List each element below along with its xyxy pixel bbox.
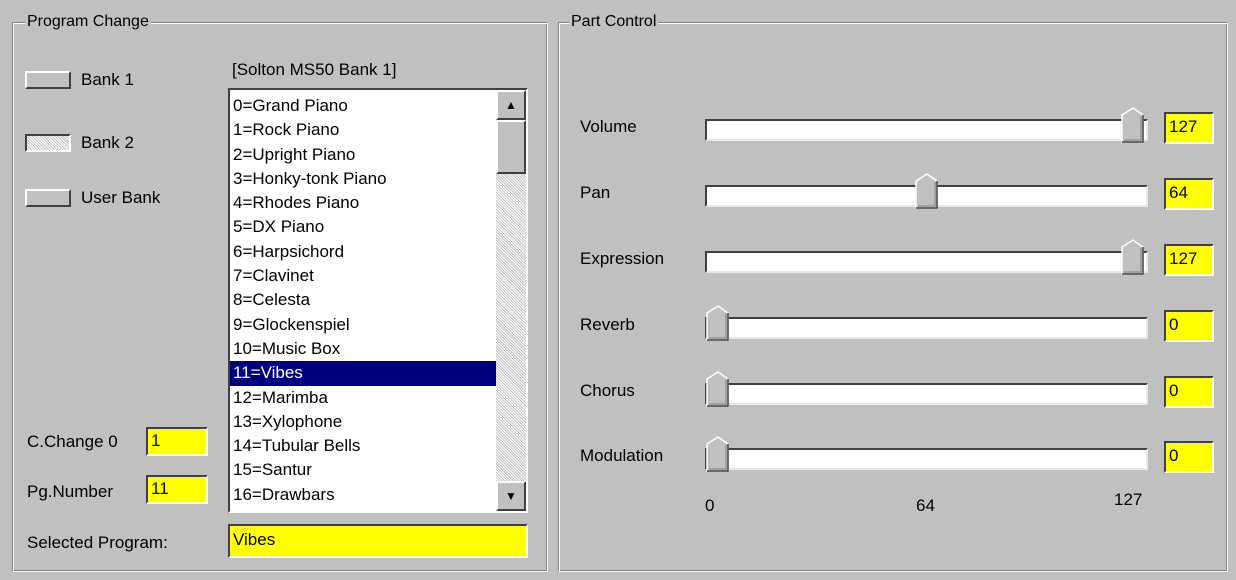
pan-label: Pan <box>580 183 611 202</box>
pan-slider[interactable] <box>705 173 1148 209</box>
part-control-title: Part Control <box>569 12 659 32</box>
program-list-item[interactable]: 16=Drawbars <box>230 483 496 507</box>
program-list-item[interactable]: 1=Rock Piano <box>230 118 496 142</box>
program-list-item[interactable]: 3=Honky-tonk Piano <box>230 167 496 191</box>
chorus-value-field[interactable]: 0 <box>1164 376 1214 408</box>
pan-value-field[interactable]: 64 <box>1164 178 1214 210</box>
program-list-item[interactable]: 15=Santur <box>230 458 496 482</box>
program-list-items: 0=Grand Piano 1=Rock Piano 2=Upright Piano… <box>230 94 496 507</box>
program-change-title: Program Change <box>25 12 151 32</box>
chorus-slider-thumb[interactable] <box>706 371 730 407</box>
program-list-item[interactable]: 5=DX Piano <box>230 215 496 239</box>
program-list-item[interactable]: 14=Tubular Bells <box>230 434 496 458</box>
modulation-value-field[interactable]: 0 <box>1164 441 1214 473</box>
expression-slider[interactable] <box>705 239 1148 275</box>
cchange-field[interactable]: 1 <box>146 427 208 456</box>
program-list-item[interactable]: 11=Vibes <box>230 361 496 386</box>
reverb-slider-thumb[interactable] <box>706 305 730 341</box>
program-list-scrollbar[interactable]: ▲ ▼ <box>496 90 526 511</box>
program-list-item[interactable]: 2=Upright Piano <box>230 143 496 167</box>
scale-min-label: 0 <box>705 496 715 515</box>
program-list-item[interactable]: 13=Xylophone <box>230 410 496 434</box>
program-list-item[interactable]: 6=Harpsichord <box>230 240 496 264</box>
bank-1-label: Bank 1 <box>81 70 134 89</box>
user-bank-button[interactable] <box>25 189 71 207</box>
scroll-thumb[interactable] <box>496 120 526 174</box>
bank-1-option[interactable]: Bank 1 <box>25 70 134 90</box>
chorus-slider[interactable] <box>705 371 1148 407</box>
scroll-down-button[interactable]: ▼ <box>496 481 526 511</box>
expression-slider-thumb[interactable] <box>1121 239 1145 275</box>
reverb-value-field[interactable]: 0 <box>1164 310 1214 342</box>
program-list-item[interactable]: 4=Rhodes Piano <box>230 191 496 215</box>
pgnumber-label: Pg.Number <box>27 482 113 501</box>
program-list-item[interactable]: 7=Clavinet <box>230 264 496 288</box>
arrow-down-icon: ▼ <box>505 489 517 503</box>
user-bank-label: User Bank <box>81 188 161 207</box>
program-list-item[interactable]: 10=Music Box <box>230 337 496 361</box>
volume-value-field[interactable]: 127 <box>1164 112 1214 144</box>
selected-program-label: Selected Program: <box>27 533 168 552</box>
scroll-up-button[interactable]: ▲ <box>496 90 526 120</box>
volume-label: Volume <box>580 117 637 136</box>
reverb-label: Reverb <box>580 315 635 334</box>
pgnumber-field[interactable]: 11 <box>146 475 208 504</box>
scale-mid-label: 64 <box>916 496 935 515</box>
modulation-slider-thumb[interactable] <box>706 436 730 472</box>
modulation-label: Modulation <box>580 446 664 465</box>
bank-2-option[interactable]: Bank 2 <box>25 133 134 153</box>
scale-max-label: 127 <box>1114 490 1143 509</box>
chorus-label: Chorus <box>580 381 635 400</box>
user-bank-option[interactable]: User Bank <box>25 188 160 208</box>
program-list-item[interactable]: 9=Glockenspiel <box>230 313 496 337</box>
cchange-label: C.Change 0 <box>27 432 118 451</box>
expression-value-field[interactable]: 127 <box>1164 244 1214 276</box>
program-list-item[interactable]: 12=Marimba <box>230 386 496 410</box>
reverb-slider[interactable] <box>705 305 1148 341</box>
selected-program-field[interactable]: Vibes <box>228 524 528 558</box>
program-list-item[interactable]: 0=Grand Piano <box>230 94 496 118</box>
volume-slider-thumb[interactable] <box>1121 107 1145 143</box>
bank-name-label: [Solton MS50 Bank 1] <box>232 60 397 79</box>
expression-label: Expression <box>580 249 665 268</box>
pan-slider-thumb[interactable] <box>915 173 939 209</box>
bank-1-button[interactable] <box>25 71 71 89</box>
volume-slider[interactable] <box>705 107 1148 143</box>
bank-2-label: Bank 2 <box>81 133 134 152</box>
arrow-up-icon: ▲ <box>505 98 517 112</box>
program-list[interactable]: 0=Grand Piano 1=Rock Piano 2=Upright Piano… <box>228 88 528 513</box>
bank-2-button[interactable] <box>25 134 71 152</box>
modulation-slider[interactable] <box>705 436 1148 472</box>
program-list-item[interactable]: 8=Celesta <box>230 288 496 312</box>
